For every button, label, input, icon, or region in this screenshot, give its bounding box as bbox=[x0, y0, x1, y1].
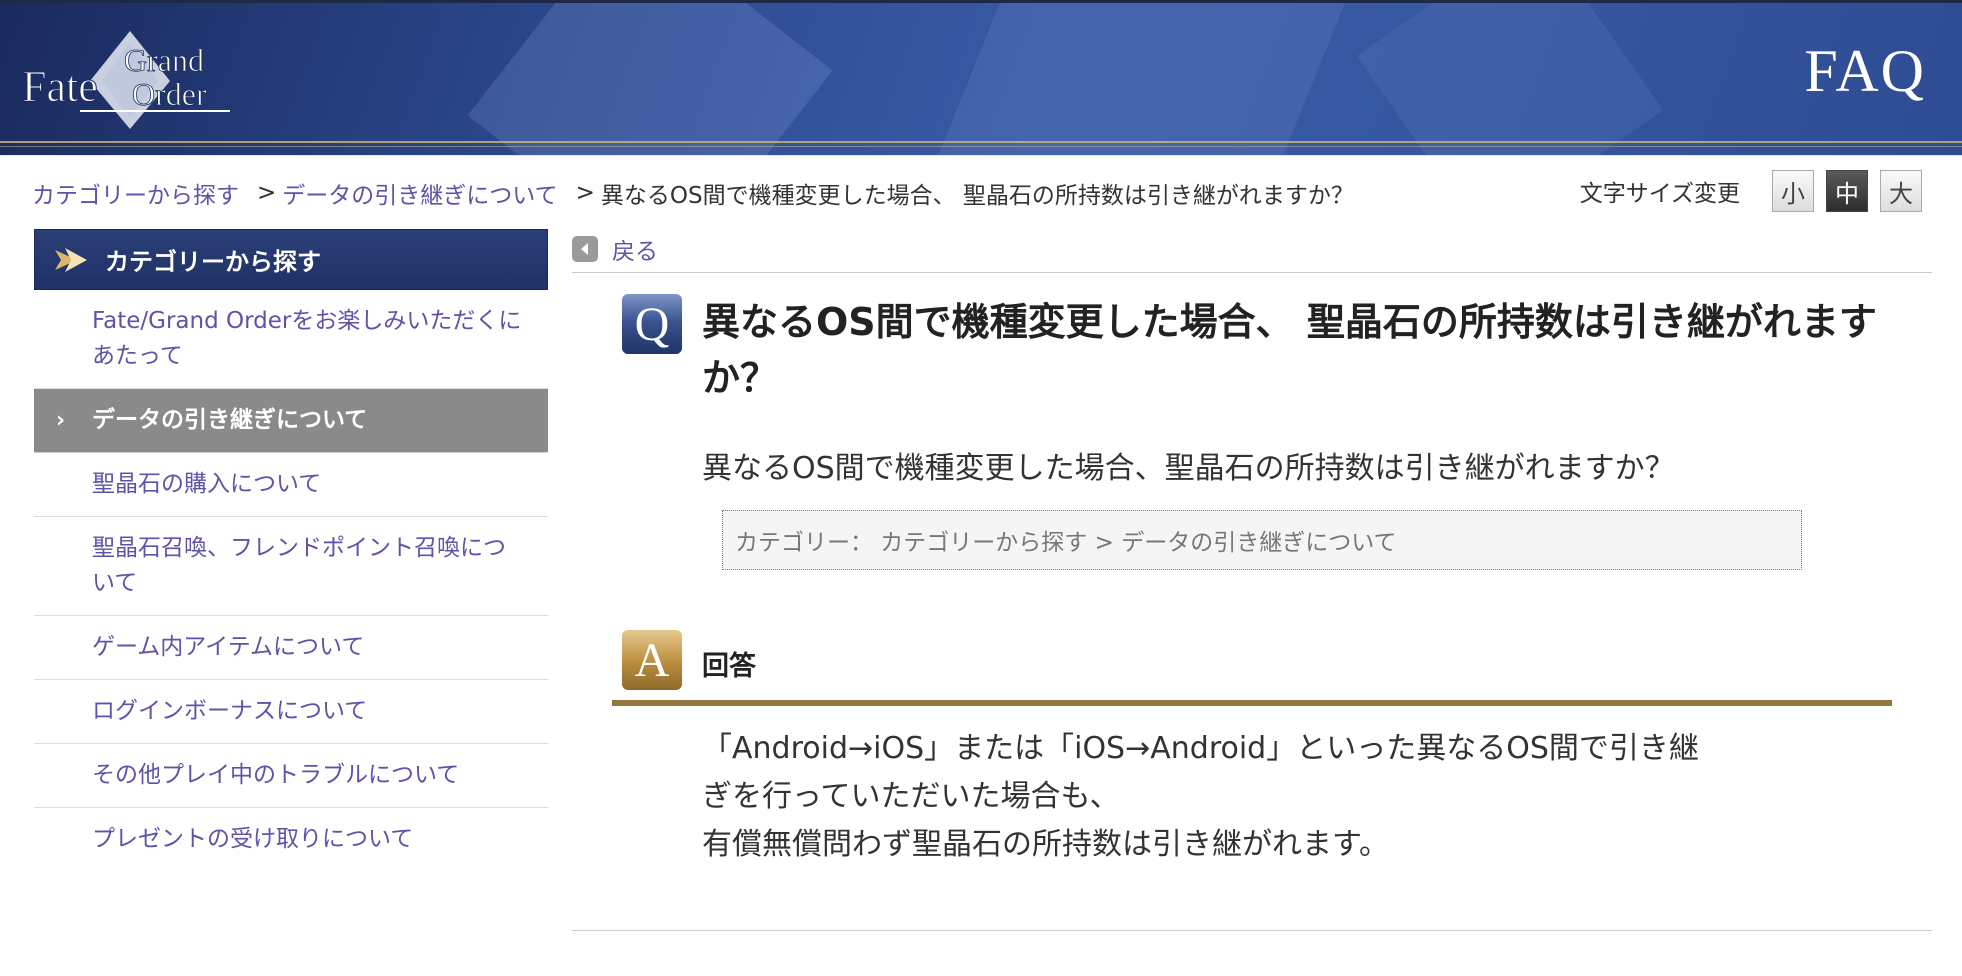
question-icon: Q bbox=[622, 294, 682, 354]
answer-divider bbox=[612, 700, 1892, 706]
sidebar-item-other-troubles[interactable]: その他プレイ中のトラブルについて bbox=[34, 744, 548, 808]
chevron-right-icon: › bbox=[56, 408, 66, 433]
font-size-medium-button[interactable]: 中 bbox=[1826, 170, 1868, 212]
font-size-small-button[interactable]: 小 bbox=[1772, 170, 1814, 212]
sidebar-item-data-transfer[interactable]: › データの引き継ぎについて bbox=[34, 389, 548, 453]
back-arrow-icon bbox=[572, 236, 598, 262]
header-decoration bbox=[1356, 3, 1664, 156]
sidebar-item-presents[interactable]: プレゼントの受け取りについて bbox=[34, 808, 548, 871]
svg-text:Fate: Fate bbox=[22, 62, 98, 111]
question-category-box: カテゴリー： カテゴリーから探す > データの引き継ぎについて bbox=[722, 510, 1802, 570]
question-body: 異なるOS間で機種変更した場合、聖晶石の所持数は引き継がれますか？ bbox=[702, 451, 1675, 486]
breadcrumb-link-data-transfer[interactable]: データの引き継ぎについて bbox=[282, 176, 557, 210]
sidebar-item-login-bonus[interactable]: ログインボーナスについて bbox=[34, 680, 548, 744]
sidebar-item-enjoying-fgo[interactable]: Fate/Grand Orderをお楽しみいただくにあたって bbox=[34, 290, 548, 389]
sidebar-item-game-items[interactable]: ゲーム内アイテムについて bbox=[34, 616, 548, 680]
answer-icon: A bbox=[622, 630, 682, 690]
back-link[interactable]: 戻る bbox=[572, 232, 658, 266]
sidebar-item-label: ログインボーナスについて bbox=[92, 698, 368, 724]
font-size-label: 文字サイズ変更 bbox=[1579, 181, 1740, 207]
question-title: 異なるOS間で機種変更した場合、 聖晶石の所持数は引き継がれますか？ bbox=[702, 300, 1877, 400]
breadcrumb-separator: > bbox=[257, 180, 277, 206]
sidebar-item-summoning[interactable]: 聖晶石召喚、フレンドポイント召喚について bbox=[34, 517, 548, 616]
sidebar-item-label: ゲーム内アイテムについて bbox=[92, 634, 365, 660]
font-size-large-button[interactable]: 大 bbox=[1880, 170, 1922, 212]
breadcrumb-current: 異なるOS間で機種変更した場合、 聖晶石の所持数は引き継がれますか？ bbox=[600, 183, 1354, 209]
answer-heading: 回答 bbox=[702, 651, 756, 682]
page-header-title: FAQ bbox=[1804, 38, 1926, 104]
back-link-label: 戻る bbox=[612, 239, 658, 265]
sidebar-item-label: 聖晶石召喚、フレンドポイント召喚について bbox=[92, 535, 506, 596]
header-gold-line bbox=[0, 141, 1962, 143]
font-size-switcher: 文字サイズ変更 小 中 大 bbox=[1580, 170, 1922, 212]
sidebar-item-label: プレゼントの受け取りについて bbox=[92, 826, 414, 852]
fate-grand-order-logo[interactable]: Fate Grand Order bbox=[20, 25, 240, 135]
breadcrumb-link-category[interactable]: カテゴリーから探す bbox=[32, 176, 239, 210]
sidebar-item-saint-quartz-purchase[interactable]: 聖晶石の購入について bbox=[34, 453, 548, 517]
header-divider bbox=[0, 155, 1962, 156]
divider bbox=[572, 930, 1932, 931]
sidebar-item-label: その他プレイ中のトラブルについて bbox=[92, 762, 460, 788]
header-decoration bbox=[467, 3, 833, 156]
sidebar-item-label: Fate/Grand Orderをお楽しみいただくにあたって bbox=[92, 308, 522, 369]
svg-text:Grand: Grand bbox=[124, 42, 204, 78]
answer-line: 有償無償問わず聖晶石の所持数は引き継がれます。 bbox=[702, 827, 1389, 862]
arrow-right-icon bbox=[55, 247, 87, 272]
svg-text:Order: Order bbox=[132, 76, 207, 112]
site-header: Fate Grand Order FAQ bbox=[0, 0, 1962, 156]
header-gold-line bbox=[0, 146, 1962, 147]
sidebar-item-label: データの引き継ぎについて bbox=[92, 407, 368, 433]
breadcrumb-separator: > bbox=[575, 180, 595, 206]
divider bbox=[572, 272, 1932, 273]
sidebar-item-label: 聖晶石の購入について bbox=[92, 471, 322, 497]
header-decoration bbox=[931, 3, 1349, 156]
category-sidebar: カテゴリーから探す Fate/Grand Orderをお楽しみいただくにあたって… bbox=[34, 229, 548, 871]
sidebar-heading-label: カテゴリーから探す bbox=[105, 248, 321, 276]
breadcrumb: カテゴリーから探す > データの引き継ぎについて > 異なるOS間で機種変更した… bbox=[32, 176, 1354, 210]
answer-body: 「Android→iOS」または「iOS→Android」といった異なるOS間で… bbox=[702, 725, 1822, 869]
sidebar-heading: カテゴリーから探す bbox=[34, 229, 548, 290]
answer-line: ぎを行っていただいた場合も、 bbox=[702, 779, 1120, 814]
answer-line: 「Android→iOS」または「iOS→Android」といった異なるOS間で… bbox=[702, 731, 1699, 766]
